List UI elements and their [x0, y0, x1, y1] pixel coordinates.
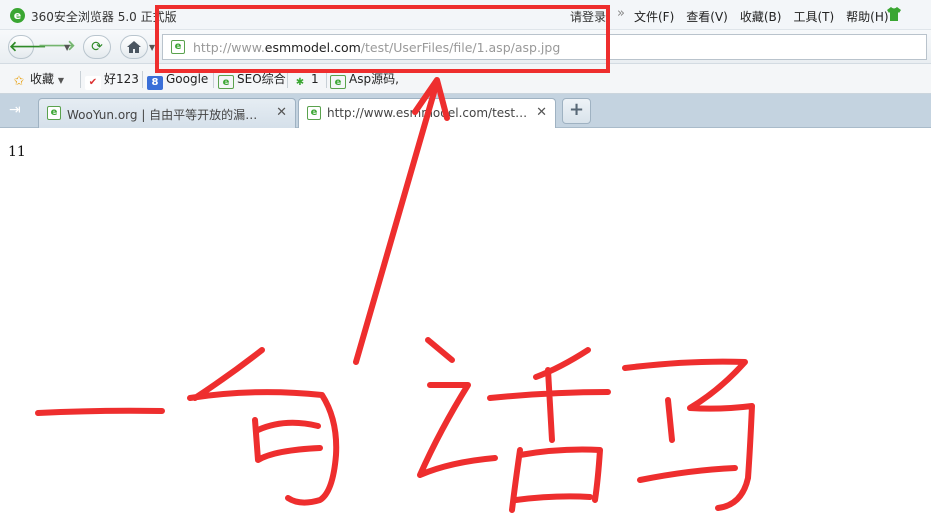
ie-page-icon: e	[307, 106, 321, 120]
tab-strip: ⇥ e WooYun.org | 自由平等开放的漏洞报告平台 ✕ e http:…	[0, 94, 931, 129]
highlight-box	[155, 5, 610, 73]
divider	[80, 71, 81, 88]
browser-logo-icon: e	[10, 8, 25, 23]
ie-page-icon: e	[330, 75, 346, 89]
forward-button[interactable]: 🡒	[38, 35, 76, 59]
figure-icon: ✱	[295, 77, 305, 88]
menu-view[interactable]: 查看(V)	[686, 8, 728, 25]
menu-help[interactable]: 帮助(H)	[846, 8, 888, 25]
home-icon	[127, 41, 141, 53]
ie-page-icon: e	[218, 75, 234, 89]
close-icon[interactable]: ✕	[536, 105, 547, 120]
tab-title: WooYun.org | 自由平等开放的漏洞报告平台	[67, 108, 269, 122]
plus-icon: +	[568, 99, 585, 120]
new-tab-button[interactable]: +	[562, 98, 591, 124]
divider	[213, 71, 214, 88]
sidebar-toggle-icon[interactable]: ⇥	[9, 102, 25, 118]
hao123-icon: ✔	[85, 76, 101, 90]
menu-file[interactable]: 文件(F)	[634, 8, 674, 25]
menu-favorites[interactable]: 收藏(B)	[740, 8, 782, 25]
divider	[326, 71, 327, 88]
bookmark-hao123[interactable]: ✔ 好123	[85, 70, 139, 90]
divider	[142, 71, 143, 88]
google-icon: 8	[147, 76, 163, 90]
favorites-menu[interactable]: ✩ 收藏 ▼	[11, 70, 64, 89]
menu-bar: 文件(F) 查看(V) 收藏(B) 工具(T) 帮助(H)	[634, 8, 889, 25]
home-button[interactable]	[120, 35, 148, 59]
skin-shirt-icon[interactable]	[886, 7, 902, 21]
page-body-text: 11	[8, 144, 26, 160]
tab-esmmodel[interactable]: e http://www.esmmodel.com/test/UserFiles…	[298, 98, 556, 129]
tab-title: http://www.esmmodel.com/test/UserFiles/f…	[327, 106, 529, 120]
menu-tools[interactable]: 工具(T)	[793, 8, 834, 25]
page-content: 11	[0, 128, 931, 527]
ie-page-icon: e	[47, 106, 61, 120]
tab-wooyun[interactable]: e WooYun.org | 自由平等开放的漏洞报告平台 ✕	[38, 98, 296, 128]
menu-chevron-icon[interactable]: »	[617, 6, 625, 21]
back-button[interactable]: 🡐	[8, 35, 47, 59]
star-icon: ✩	[13, 74, 25, 89]
close-icon[interactable]: ✕	[276, 105, 287, 120]
reload-icon: ⟳	[91, 39, 103, 55]
reload-button[interactable]: ⟳	[83, 35, 111, 59]
forward-dropdown-icon[interactable]: ▼	[64, 43, 70, 52]
divider	[287, 71, 288, 88]
